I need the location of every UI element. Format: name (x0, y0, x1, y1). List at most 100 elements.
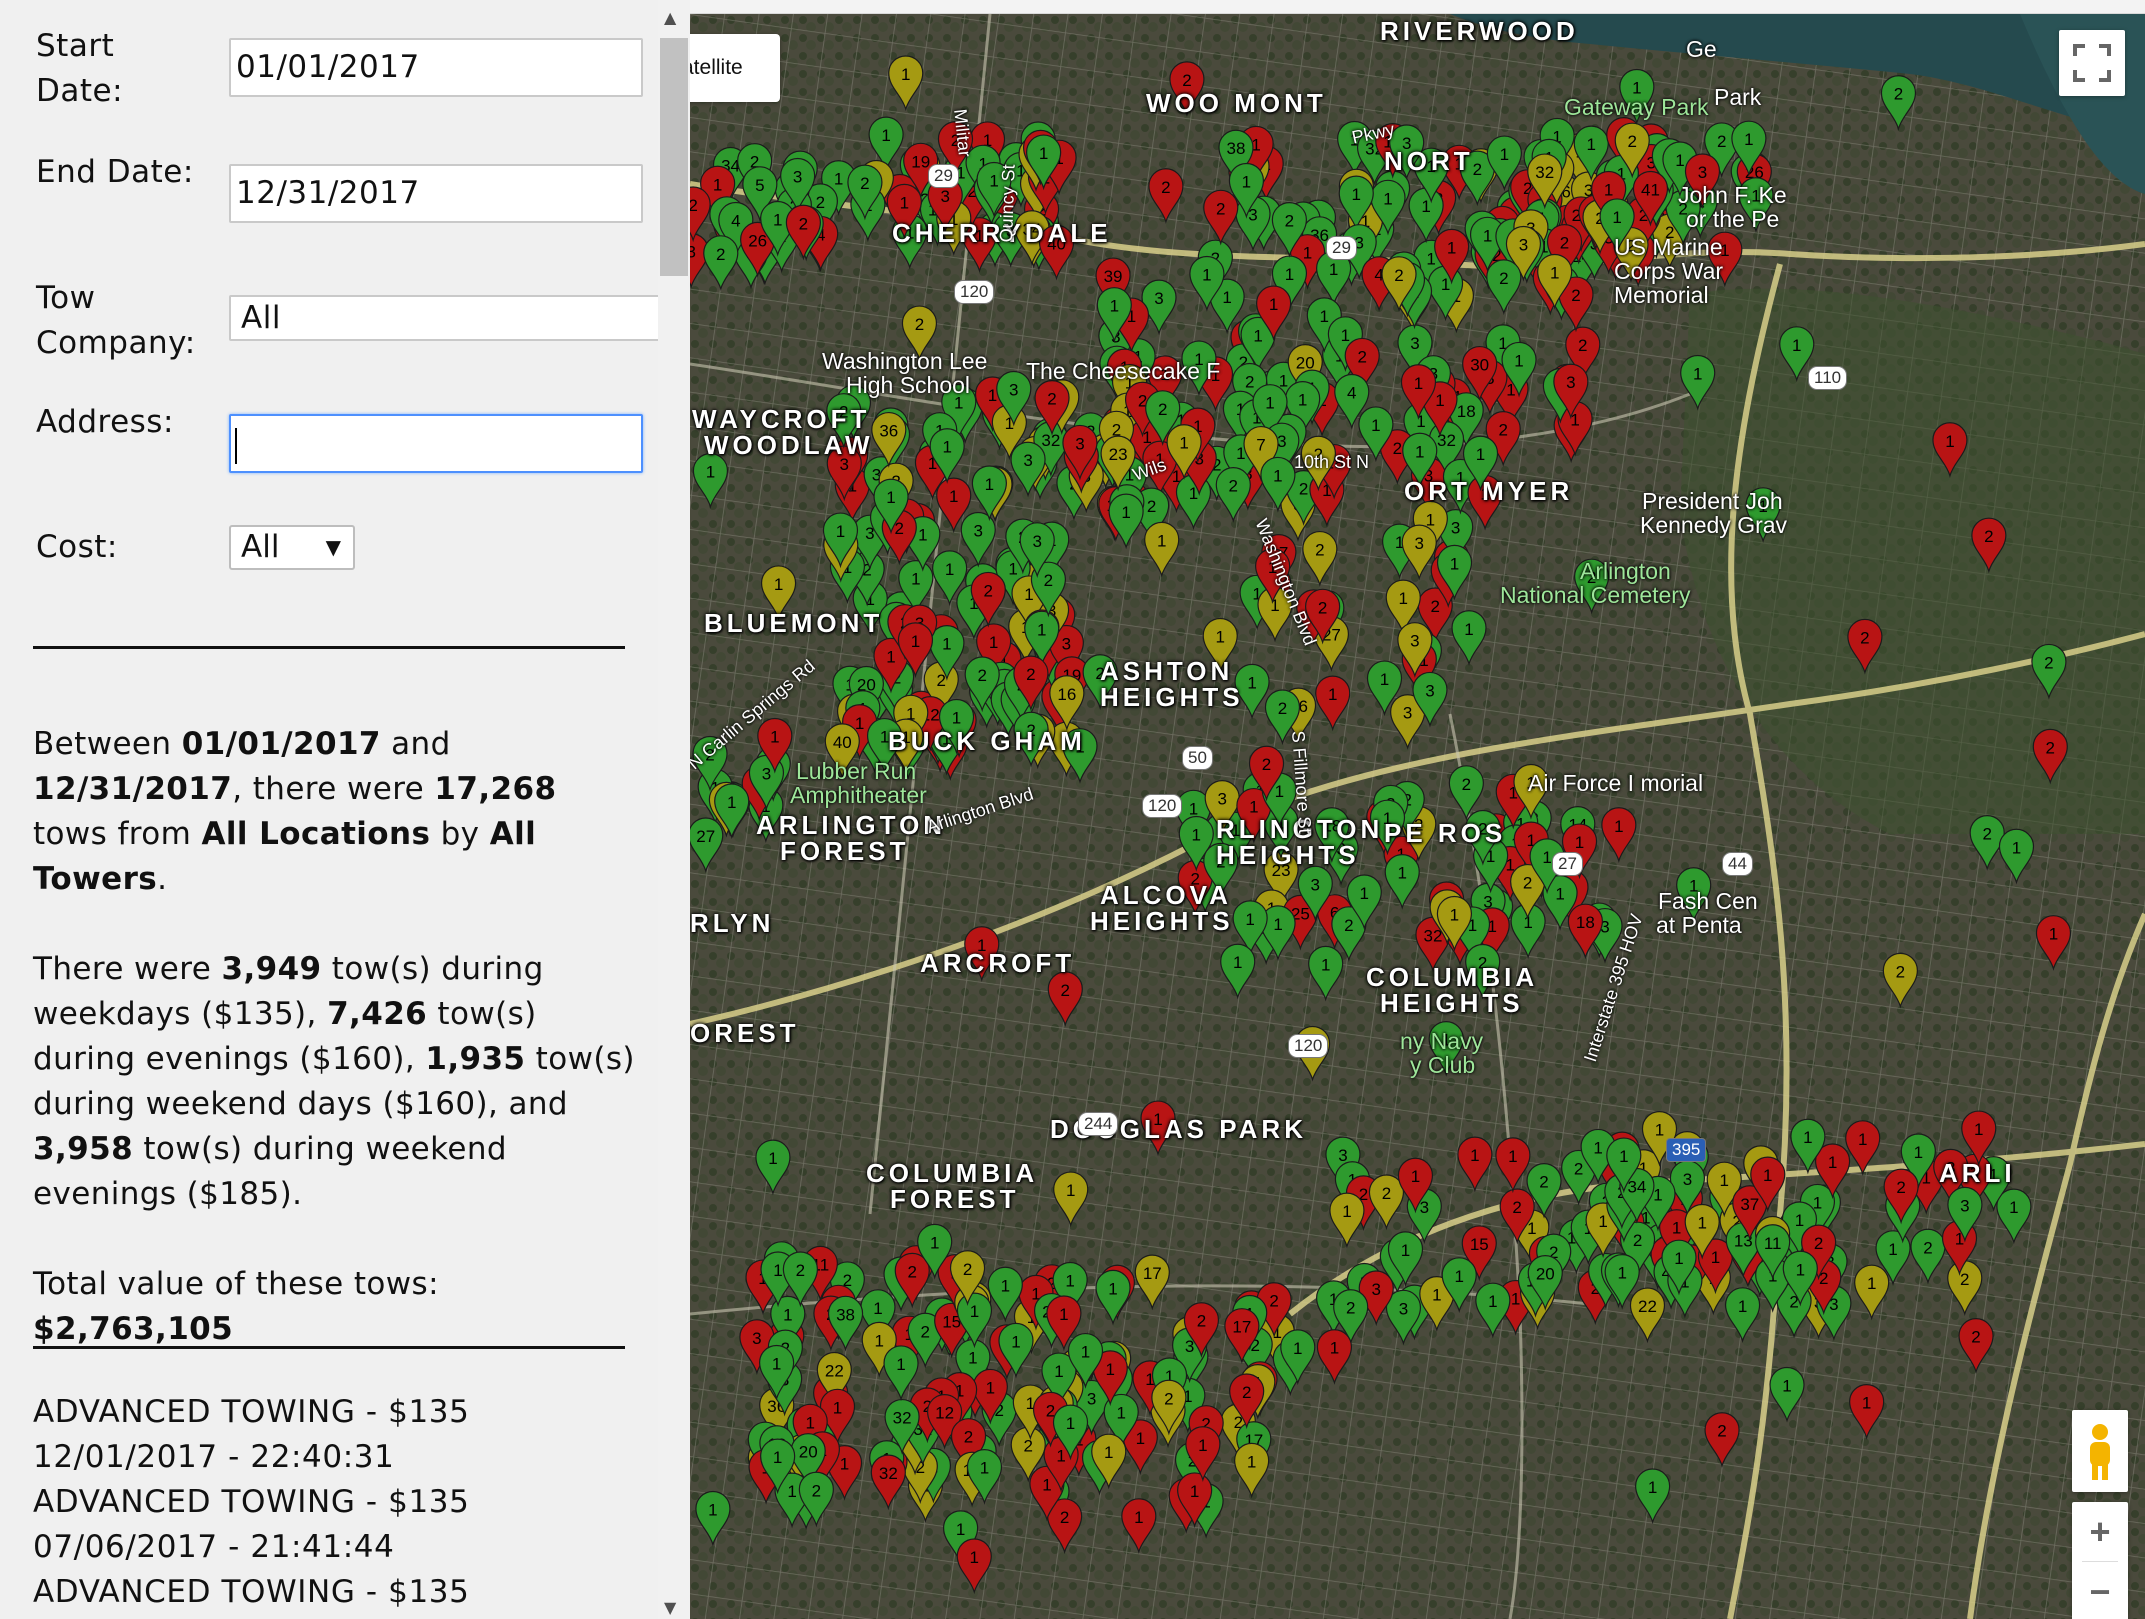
svg-text:3: 3 (1217, 790, 1226, 809)
svg-text:27: 27 (696, 827, 715, 846)
svg-text:2: 2 (1357, 347, 1366, 366)
neighborhood-label: BLUEMONT (704, 608, 884, 638)
scroll-up-icon[interactable]: ▲ (664, 8, 676, 27)
svg-text:32: 32 (893, 1409, 912, 1428)
svg-text:1: 1 (1037, 620, 1046, 639)
tow-entry-datetime: 07/06/2017 - 21:41:44 (33, 1529, 395, 1565)
svg-text:3: 3 (1062, 635, 1071, 654)
svg-text:2: 2 (690, 196, 698, 215)
svg-text:1: 1 (2049, 925, 2058, 944)
svg-text:12: 12 (935, 1404, 954, 1423)
route-shield: 120 (954, 280, 995, 304)
svg-text:1: 1 (1011, 1332, 1020, 1351)
satellite-map[interactable]: 1322112112111111221131139312131421215341… (690, 14, 2145, 1619)
svg-text:3: 3 (1032, 532, 1041, 551)
svg-text:1: 1 (930, 1233, 939, 1252)
svg-text:1: 1 (836, 522, 845, 541)
svg-text:1: 1 (1867, 1274, 1876, 1293)
svg-text:1: 1 (1285, 265, 1294, 284)
svg-text:1: 1 (989, 633, 998, 652)
svg-text:1: 1 (1550, 263, 1559, 282)
svg-text:1: 1 (1293, 1339, 1302, 1358)
svg-text:1: 1 (1697, 1213, 1706, 1232)
route-shield: 110 (1808, 366, 1848, 390)
evenings-count: 7,426 (327, 996, 428, 1032)
fullscreen-button[interactable] (2059, 30, 2125, 96)
route-shield: 120 (1142, 794, 1183, 818)
svg-text:2: 2 (1860, 628, 1869, 647)
pegman-icon (2090, 1424, 2110, 1480)
svg-text:1: 1 (1341, 326, 1350, 345)
scroll-down-icon[interactable]: ▼ (664, 1598, 676, 1617)
svg-text:1: 1 (834, 170, 843, 189)
tow-company-field[interactable]: All (229, 295, 661, 341)
svg-text:1: 1 (1617, 1264, 1626, 1283)
svg-text:1: 1 (1415, 442, 1424, 461)
svg-text:1: 1 (1674, 1249, 1683, 1268)
svg-text:1: 1 (1066, 1414, 1075, 1433)
sidebar-scrollbar-thumb[interactable] (660, 38, 688, 276)
svg-text:18: 18 (1457, 402, 1476, 421)
svg-text:2: 2 (1262, 755, 1271, 774)
svg-text:2: 2 (1923, 1238, 1932, 1257)
street-view-button[interactable] (2072, 1410, 2128, 1492)
start-date-field[interactable]: 01/01/2017 (229, 38, 643, 97)
svg-text:1: 1 (1401, 1241, 1410, 1260)
svg-text:1: 1 (1081, 1343, 1090, 1362)
svg-text:2: 2 (1814, 1234, 1823, 1253)
svg-text:1: 1 (1711, 1248, 1720, 1267)
svg-text:1: 1 (1104, 1443, 1113, 1462)
zoom-in-button[interactable]: + (2072, 1504, 2128, 1560)
tow-entry-datetime: 12/01/2017 - 22:40:31 (33, 1439, 395, 1475)
address-input[interactable] (229, 414, 643, 473)
svg-text:2: 2 (1982, 825, 1991, 844)
svg-text:1: 1 (988, 386, 997, 405)
svg-text:2: 2 (977, 666, 986, 685)
tow-company-label-line1: Tow (36, 280, 96, 316)
svg-text:2: 2 (1539, 1173, 1548, 1192)
svg-text:2: 2 (1161, 178, 1170, 197)
svg-text:3: 3 (1372, 1280, 1381, 1299)
svg-text:2: 2 (799, 214, 808, 233)
svg-text:1: 1 (911, 570, 920, 589)
svg-text:2: 2 (1242, 1383, 1251, 1402)
poi-label: or the Pe (1686, 206, 1780, 232)
svg-text:1: 1 (1397, 864, 1406, 883)
poi-label: Kennedy Grav (1640, 512, 1788, 538)
svg-text:1: 1 (1426, 249, 1435, 268)
svg-text:2: 2 (1344, 916, 1353, 935)
weekend-days-count: 1,935 (425, 1041, 526, 1077)
svg-text:1: 1 (985, 475, 994, 494)
svg-text:3: 3 (1399, 1299, 1408, 1318)
svg-text:2: 2 (1285, 212, 1294, 231)
neighborhood-label: HEIGHTS (1090, 906, 1234, 936)
satellite-toggle-button[interactable]: atellite (690, 34, 780, 102)
svg-text:2: 2 (1499, 269, 1508, 288)
svg-text:1: 1 (1795, 1211, 1804, 1230)
route-shield: 29 (928, 164, 959, 188)
neighborhood-label: WOODLAW (704, 430, 874, 460)
svg-text:1: 1 (772, 1355, 781, 1374)
tow-entry-company: ADVANCED TOWING - $135 (33, 1484, 470, 1520)
svg-text:1: 1 (713, 175, 722, 194)
svg-text:1: 1 (1483, 226, 1492, 245)
svg-text:2: 2 (1318, 598, 1327, 617)
svg-text:1: 1 (773, 1448, 782, 1467)
svg-text:1: 1 (1192, 826, 1201, 845)
route-shield: 29 (1326, 236, 1357, 260)
svg-text:2: 2 (1971, 1328, 1980, 1347)
svg-text:1: 1 (727, 793, 736, 812)
total-value-line: Total value of these tows: $2,763,105 (33, 1262, 643, 1352)
svg-text:1: 1 (1399, 589, 1408, 608)
summary-end-date: 12/31/2017 (33, 771, 233, 807)
svg-text:1: 1 (1328, 685, 1337, 704)
zoom-out-button[interactable]: − (2072, 1564, 2128, 1619)
summary-start-date: 01/01/2017 (181, 726, 381, 762)
end-date-field[interactable]: 12/31/2017 (229, 164, 643, 223)
cost-select[interactable]: All ▼ (229, 525, 355, 570)
svg-text:1: 1 (1598, 1212, 1607, 1231)
neighborhood-label: ARLI (1939, 1158, 2016, 1188)
poi-label: The Cheesecake F (1026, 358, 1221, 384)
svg-text:1: 1 (873, 1299, 882, 1318)
svg-text:1: 1 (1116, 1403, 1125, 1422)
